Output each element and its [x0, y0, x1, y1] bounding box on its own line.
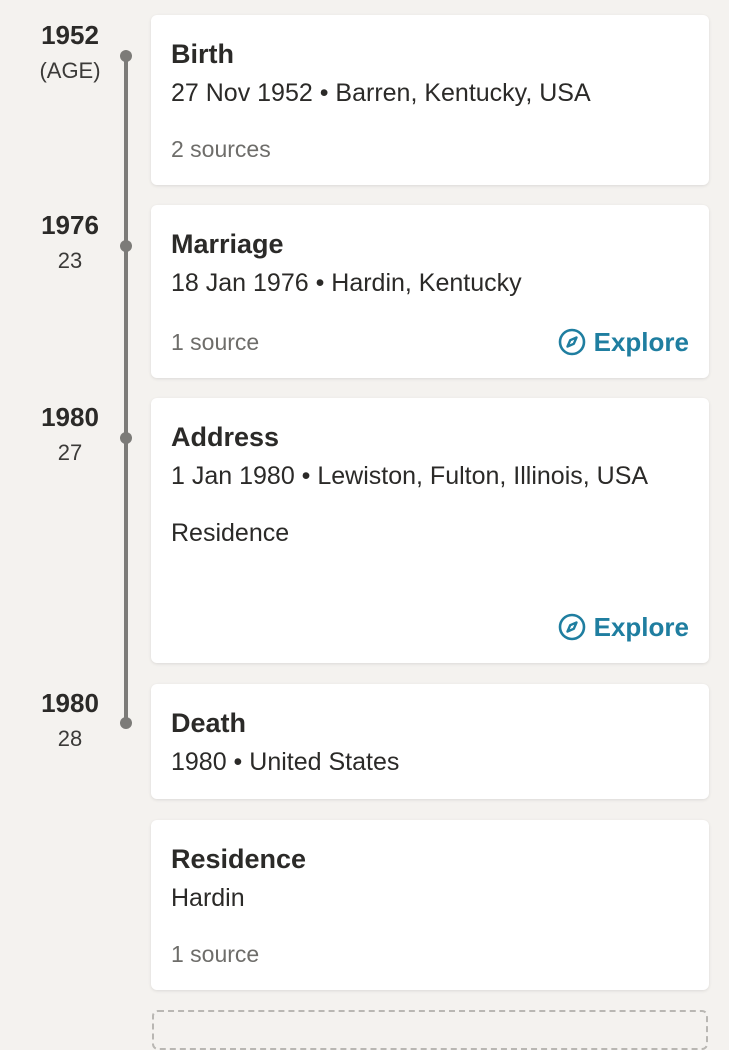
event-detail: 1980 • United States: [171, 748, 400, 776]
event-note: Residence: [171, 519, 290, 547]
event-year: 1952: [41, 20, 99, 50]
add-event-card[interactable]: [152, 1010, 708, 1050]
event-age: 28: [57, 726, 83, 751]
explore-label: Explore: [593, 327, 689, 357]
explore-button[interactable]: Explore: [558, 324, 689, 360]
event-age: (AGE): [39, 58, 101, 83]
card-footer: 1 source: [171, 936, 689, 972]
event-title: Address: [171, 422, 280, 452]
event-year: 1980: [41, 402, 99, 432]
event-title: Death: [171, 708, 247, 738]
event-card-residence[interactable]: Residence Hardin 1 source: [151, 820, 709, 990]
timeline-year-label: 1980 27: [20, 402, 120, 468]
event-detail: 1 Jan 1980 • Lewiston, Fulton, Illinois,…: [171, 462, 649, 490]
event-card-death[interactable]: Death 1980 • United States: [151, 684, 709, 799]
timeline-dot: [120, 432, 132, 444]
event-title: Birth: [171, 39, 234, 69]
explore-label: Explore: [593, 612, 689, 642]
timeline-year-label: 1980 28: [20, 688, 120, 754]
event-title: Residence: [171, 844, 307, 874]
event-age: 27: [57, 440, 83, 465]
timeline-year-label: 1976 23: [20, 210, 120, 276]
timeline-dot: [120, 50, 132, 62]
event-card-birth[interactable]: Birth 27 Nov 1952 • Barren, Kentucky, US…: [151, 15, 709, 185]
timeline-dot: [120, 240, 132, 252]
explore-button[interactable]: Explore: [558, 609, 689, 645]
event-detail: Hardin: [171, 884, 245, 912]
event-age: 23: [57, 248, 83, 273]
event-year: 1980: [41, 688, 99, 718]
event-detail: 18 Jan 1976 • Hardin, Kentucky: [171, 269, 522, 297]
event-card-marriage[interactable]: Marriage 18 Jan 1976 • Hardin, Kentucky …: [151, 205, 709, 378]
event-title: Marriage: [171, 229, 284, 259]
timeline-axis: [124, 55, 128, 723]
card-footer: Explore: [171, 609, 689, 645]
timeline-dot: [120, 717, 132, 729]
sources-link[interactable]: 1 source: [171, 936, 259, 972]
event-year: 1976: [41, 210, 99, 240]
card-footer: 1 source Explore: [171, 324, 689, 360]
event-card-address[interactable]: Address 1 Jan 1980 • Lewiston, Fulton, I…: [151, 398, 709, 663]
sources-link[interactable]: 1 source: [171, 324, 259, 360]
card-footer: 2 sources: [171, 131, 689, 167]
compass-icon: [558, 328, 586, 356]
timeline-year-label: 1952 (AGE): [20, 20, 120, 86]
sources-link[interactable]: 2 sources: [171, 131, 271, 167]
compass-icon: [558, 613, 586, 641]
event-detail: 27 Nov 1952 • Barren, Kentucky, USA: [171, 79, 591, 107]
